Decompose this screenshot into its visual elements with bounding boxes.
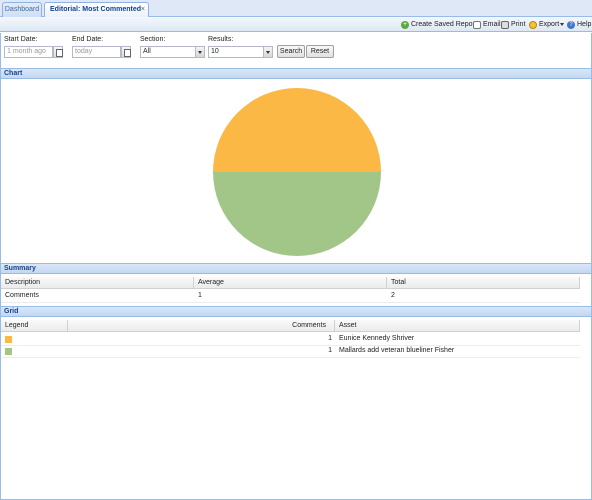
summary-panel-header: Summary bbox=[0, 263, 592, 274]
create-saved-report-label: Create Saved Report bbox=[411, 21, 477, 28]
email-button[interactable]: Email bbox=[473, 19, 501, 30]
create-saved-report-button[interactable]: + Create Saved Report bbox=[401, 19, 477, 30]
help-button[interactable]: ? Help bbox=[567, 19, 591, 30]
row-divider bbox=[1, 357, 580, 358]
pie-chart bbox=[213, 88, 381, 256]
email-label: Email bbox=[483, 21, 501, 28]
chevron-down-icon[interactable] bbox=[263, 47, 272, 57]
grid-panel-header: Grid bbox=[0, 306, 592, 317]
help-label: Help bbox=[577, 21, 592, 28]
tab-editorial-most-commented[interactable]: Editorial: Most Commented × bbox=[44, 2, 149, 18]
summary-col-description[interactable]: Description bbox=[1, 277, 194, 289]
chevron-down-icon[interactable] bbox=[195, 47, 204, 57]
tab-dashboard-label: Dashboard bbox=[4, 6, 40, 13]
summary-col-average[interactable]: Average bbox=[194, 277, 387, 289]
chevron-down-icon bbox=[560, 23, 565, 26]
tab-dashboard[interactable]: Dashboard bbox=[2, 2, 42, 17]
pie-slice-1[interactable] bbox=[213, 88, 381, 172]
tab-active-label: Editorial: Most Commented bbox=[50, 6, 142, 13]
pie-slice-2[interactable] bbox=[213, 172, 381, 256]
calendar-icon[interactable] bbox=[53, 46, 63, 58]
summary-col-total[interactable]: Total bbox=[387, 277, 580, 289]
help-icon: ? bbox=[567, 20, 575, 29]
end-date-input[interactable]: today bbox=[72, 46, 121, 58]
summary-description-cell: Comments bbox=[5, 292, 39, 299]
calendar-icon[interactable] bbox=[121, 46, 131, 58]
grid-col-legend[interactable]: Legend bbox=[1, 320, 68, 332]
frame-left bbox=[0, 33, 1, 499]
print-label: Print bbox=[511, 21, 526, 28]
section-select-value: All bbox=[143, 48, 151, 55]
printer-icon bbox=[501, 20, 509, 29]
grid-comments-cell: 1 bbox=[328, 347, 332, 354]
section-label: Section: bbox=[140, 36, 166, 43]
results-select-value: 10 bbox=[211, 48, 219, 55]
plus-circle-icon: + bbox=[401, 20, 409, 29]
section-select[interactable]: All bbox=[140, 46, 205, 58]
grid-comments-cell: 1 bbox=[328, 335, 332, 342]
results-label: Results: bbox=[208, 36, 234, 43]
toolbar: + Create Saved Report Email Print Export… bbox=[0, 17, 592, 32]
grid-asset-cell: Eunice Kennedy Shriver bbox=[339, 335, 415, 342]
legend-swatch-green bbox=[5, 348, 12, 355]
start-date-label: Start Date: bbox=[4, 36, 38, 43]
start-date-input[interactable]: 1 month ago bbox=[4, 46, 53, 58]
export-icon bbox=[529, 20, 537, 29]
export-button[interactable]: Export bbox=[529, 19, 565, 30]
reset-button[interactable]: Reset bbox=[306, 45, 334, 58]
chart-area bbox=[0, 80, 592, 262]
print-button[interactable]: Print bbox=[501, 19, 525, 30]
email-icon bbox=[473, 20, 481, 29]
grid-panel-title: Grid bbox=[4, 308, 19, 315]
chart-panel-header: Chart bbox=[0, 68, 592, 79]
tab-bar: Dashboard Editorial: Most Commented × bbox=[0, 0, 592, 18]
legend-swatch-orange bbox=[5, 336, 12, 343]
grid-col-comments[interactable]: Comments bbox=[68, 320, 335, 332]
close-tab-icon[interactable]: × bbox=[141, 3, 145, 17]
search-button[interactable]: Search bbox=[277, 45, 305, 58]
summary-average-cell: 1 bbox=[198, 292, 202, 299]
summary-total-cell: 2 bbox=[391, 292, 395, 299]
summary-panel-title: Summary bbox=[4, 265, 36, 272]
row-divider bbox=[1, 302, 580, 303]
grid-col-asset[interactable]: Asset bbox=[335, 320, 580, 332]
end-date-label: End Date: bbox=[72, 36, 104, 43]
grid-asset-cell: Mallards add veteran blueliner Fisher bbox=[339, 347, 455, 354]
results-select[interactable]: 10 bbox=[208, 46, 273, 58]
chart-panel-title: Chart bbox=[4, 70, 23, 77]
export-label: Export bbox=[539, 21, 560, 28]
